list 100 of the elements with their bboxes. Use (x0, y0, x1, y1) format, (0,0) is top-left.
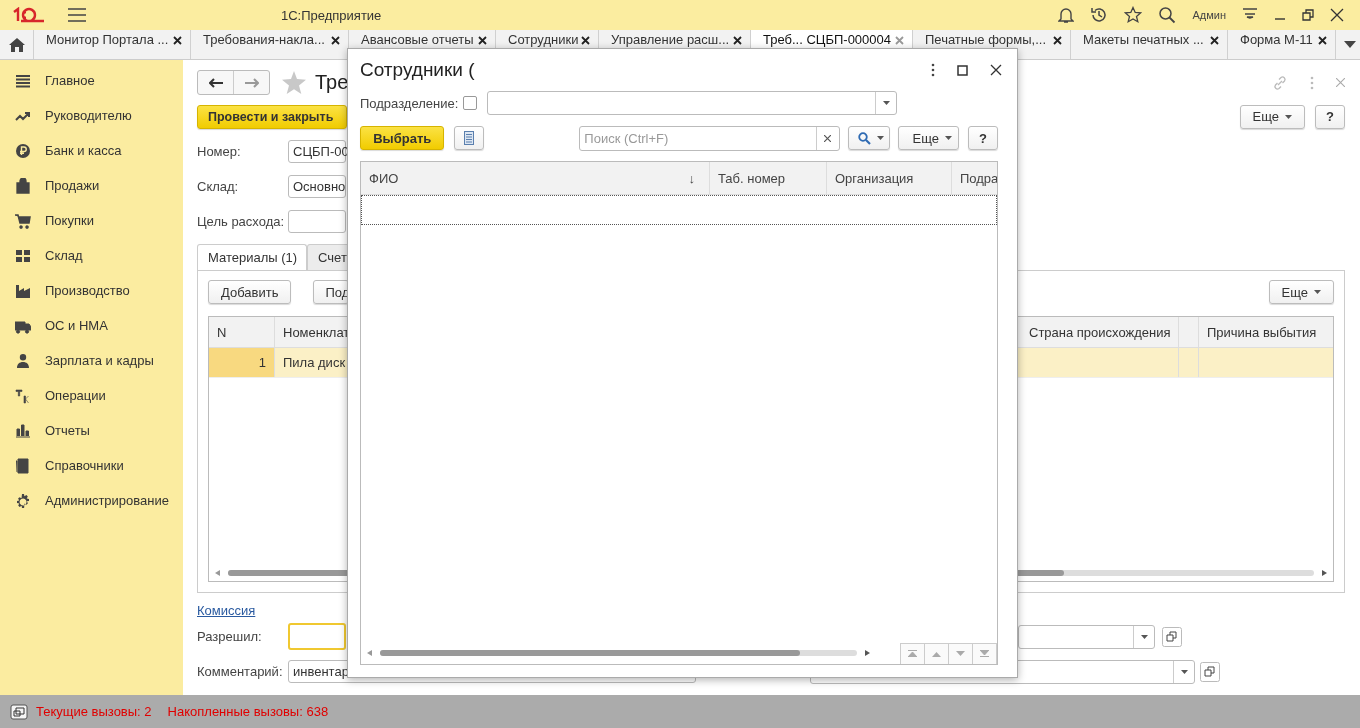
caret-icon[interactable] (1180, 669, 1188, 674)
form-tab[interactable]: Материалы (1) (197, 244, 308, 270)
column-header[interactable]: Причина выбытия (1199, 317, 1333, 347)
checkbox[interactable] (463, 96, 478, 110)
book-icon[interactable] (15, 457, 31, 474)
selected-row[interactable] (361, 195, 997, 225)
scroll-right-icon[interactable] (865, 650, 870, 656)
scroll-left-icon[interactable] (215, 570, 220, 576)
toolbar-button[interactable]: Добавить (208, 280, 292, 304)
sidebar-item[interactable]: Операции (45, 388, 106, 403)
column-header[interactable]: Страна происхождения (1021, 317, 1179, 347)
commission-link[interactable]: Комиссия (197, 603, 256, 618)
sidebar-item[interactable]: Банк и касса (45, 143, 122, 158)
more-button[interactable]: Еще (1268, 280, 1334, 304)
select-button[interactable]: Выбрать (360, 126, 445, 150)
sort-arrow[interactable]: ↓ (688, 170, 695, 186)
home-icon[interactable] (8, 37, 25, 52)
clear-icon[interactable] (824, 134, 832, 142)
sidebar-item[interactable]: Справочники (45, 458, 124, 473)
column-header[interactable]: ФИО (369, 170, 399, 186)
close-icon[interactable] (990, 64, 1002, 76)
caret-icon[interactable] (882, 101, 890, 105)
sidebar-item[interactable]: Руководителю (45, 108, 132, 123)
open-icon[interactable] (1162, 626, 1182, 647)
sidebar-item[interactable]: Отчеты (45, 423, 90, 438)
field-label: Номер: (197, 144, 242, 159)
list-view-button[interactable] (454, 126, 485, 150)
restore-icon[interactable] (1302, 9, 1314, 21)
help-button[interactable]: ? (1315, 104, 1345, 129)
caret-icon[interactable] (1140, 634, 1148, 639)
scroll-left-icon[interactable] (367, 650, 372, 656)
search-icon[interactable] (1158, 6, 1177, 24)
favorite-star-icon[interactable] (282, 71, 306, 94)
close-icon[interactable] (478, 36, 487, 45)
history-icon[interactable] (1090, 6, 1109, 24)
column-header[interactable]: Организация (835, 170, 914, 186)
sidebar-item[interactable]: ОС и НМА (45, 318, 108, 333)
column-header[interactable]: Номенклат (275, 317, 347, 347)
caret-icon (944, 136, 952, 140)
search-input[interactable]: Поиск (Ctrl+F) (580, 126, 816, 150)
close-icon[interactable] (1318, 36, 1327, 45)
search-field[interactable]: Поиск (Ctrl+F) (579, 125, 840, 151)
sidebar-item[interactable]: Производство (45, 283, 130, 298)
input-field[interactable] (288, 623, 346, 650)
status-text: Текущие вызовы: 2 (36, 704, 152, 719)
close-icon[interactable] (331, 36, 340, 45)
monitor-icon[interactable] (10, 703, 28, 720)
scroll-right-icon[interactable] (1322, 570, 1327, 576)
caret-icon (1314, 290, 1321, 294)
forward-arrow-icon[interactable] (244, 77, 259, 88)
dialog-title: Сотрудники ( (360, 59, 475, 81)
person-icon[interactable] (15, 352, 31, 369)
field-label: Комментарий: (197, 664, 284, 679)
post-and-close-button[interactable]: Провести и закрыть (197, 104, 347, 129)
bar-chart-icon[interactable] (15, 422, 31, 439)
list-icon[interactable] (15, 72, 31, 89)
caret-icon[interactable] (1344, 41, 1356, 48)
close-icon[interactable] (1210, 36, 1219, 45)
search-button[interactable] (847, 126, 891, 150)
ruble-icon[interactable] (15, 142, 31, 159)
star-icon[interactable] (1124, 6, 1143, 24)
more-button[interactable]: Еще (1239, 104, 1305, 129)
close-icon[interactable] (733, 36, 742, 45)
select-field[interactable] (1018, 624, 1155, 649)
sidebar-item[interactable]: Главное (45, 73, 95, 88)
grid-icon[interactable] (15, 247, 31, 264)
maximize-icon[interactable] (957, 64, 968, 76)
bag-icon[interactable] (15, 177, 31, 194)
sidebar-item[interactable]: Администрирование (45, 493, 169, 508)
factory-icon[interactable] (15, 282, 31, 299)
caret-icon (1285, 114, 1292, 119)
help-button[interactable]: ? (968, 126, 998, 150)
field-label: Разрешил: (197, 629, 263, 644)
close-icon[interactable] (1330, 8, 1344, 22)
column-header[interactable]: Таб. номер (718, 170, 786, 186)
menu-icon[interactable] (68, 8, 86, 22)
more-button[interactable]: Еще (898, 126, 960, 150)
user-name[interactable]: Админ (1192, 9, 1226, 21)
sidebar-item[interactable]: Покупки (45, 213, 94, 228)
cart-icon[interactable] (15, 212, 31, 229)
caret-icon (876, 136, 884, 140)
input-field[interactable] (288, 210, 346, 233)
department-field[interactable] (487, 91, 898, 115)
gear-icon[interactable] (15, 492, 31, 509)
window-title: 1С:Предприятие (281, 7, 382, 23)
input-field[interactable]: Основно (288, 175, 346, 198)
field-label: Склад: (197, 179, 240, 194)
close-icon[interactable] (581, 36, 590, 45)
sidebar-item[interactable]: Продажи (45, 178, 100, 193)
close-icon[interactable] (1053, 36, 1062, 45)
more-icon[interactable] (931, 63, 935, 77)
close-icon[interactable] (173, 36, 182, 45)
horizontal-scrollbar[interactable] (380, 650, 857, 656)
column-header[interactable]: N (209, 317, 275, 347)
sidebar-item[interactable]: Зарплата и кадры (45, 353, 154, 368)
back-arrow-icon[interactable] (208, 77, 223, 88)
input-field[interactable]: СЦБП-00 (288, 140, 346, 163)
open-icon[interactable] (1200, 661, 1220, 682)
bell-icon[interactable] (1058, 6, 1075, 24)
sidebar-item[interactable]: Склад (45, 248, 83, 263)
